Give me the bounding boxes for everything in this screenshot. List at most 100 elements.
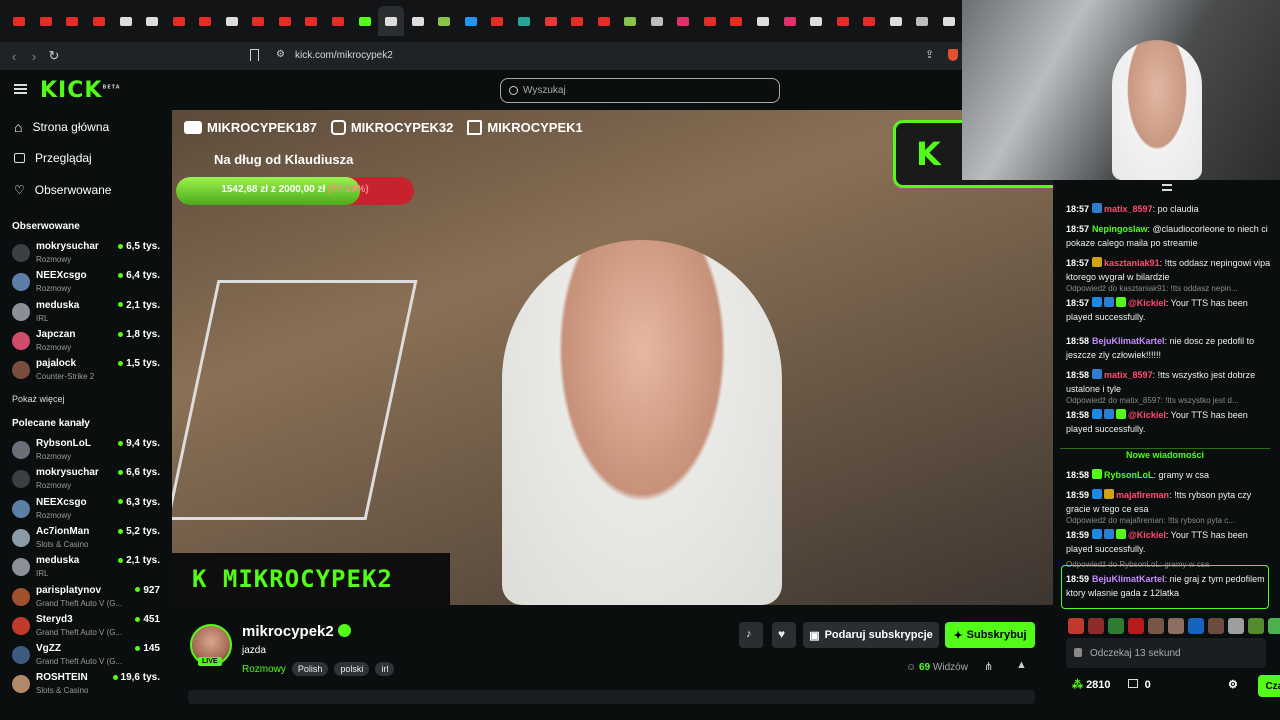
channel-item[interactable]: mokrysuchar Rozmowy 6,6 tys. [12,466,160,494]
search-input[interactable]: Wyszukaj [500,78,780,103]
browser-tab[interactable] [670,6,697,36]
brave-shield-icon[interactable] [948,49,958,61]
browser-tab[interactable] [883,6,910,36]
browser-tab[interactable] [33,6,60,36]
channel-item[interactable]: NEEXcsgo Rozmowy 6,3 tys. [12,496,160,524]
browser-tab[interactable] [139,6,166,36]
browser-tab[interactable] [537,6,564,36]
browser-tab[interactable] [644,6,671,36]
emote-icon[interactable] [1228,618,1244,634]
notifications-button[interactable]: ♪ [739,622,763,648]
tag-polish[interactable]: Polish [291,662,329,676]
chat-username[interactable]: matix_8597 [1104,204,1153,214]
browser-tab[interactable] [431,6,458,36]
chat-username[interactable]: @Kickiel [1128,298,1166,308]
browser-tab[interactable] [829,6,856,36]
browser-tab[interactable] [325,6,352,36]
nav-home[interactable]: ⌂ Strona główna [14,119,164,135]
chat-username[interactable]: matix_8597 [1104,370,1153,380]
emote-icon[interactable] [1148,618,1164,634]
chat-reply-context[interactable]: Odpowiedź do kasztaniak91: !tts oddasz n… [1066,284,1274,293]
browser-tab[interactable] [404,6,431,36]
browser-tab[interactable] [298,6,325,36]
browser-tab[interactable] [750,6,777,36]
browser-tab[interactable] [936,6,963,36]
browser-tab[interactable] [723,6,750,36]
treasure-count[interactable]: 0 [1145,679,1151,691]
video-player[interactable]: MIKROCYPEK187 MIKROCYPEK32 MIKROCYPEK1 N… [172,110,1053,605]
emote-icon[interactable] [1248,618,1264,634]
tag-irl[interactable]: irl [375,662,395,676]
browser-tab[interactable] [272,6,299,36]
chat-menu-icon[interactable] [1162,184,1172,191]
channel-item[interactable]: Japczan Rozmowy 1,8 tys. [12,328,160,356]
emote-icon[interactable] [1088,618,1104,634]
browser-tab[interactable] [165,6,192,36]
nav-browse[interactable]: Przeglądaj [14,151,164,165]
report-icon[interactable]: ▲ [1016,659,1027,671]
browser-tab[interactable] [856,6,883,36]
chat-username[interactable]: RybsonLoL [1104,470,1154,480]
channel-item[interactable]: Ac7ionMan Slots & Casino 5,2 tys. [12,525,160,553]
chat-username[interactable]: kasztaniak91 [1104,258,1160,268]
browser-tab[interactable] [458,6,485,36]
channel-item[interactable]: meduska IRL 2,1 tys. [12,299,160,327]
emote-icon[interactable] [1068,618,1084,634]
chat-reply-context[interactable]: Odpowiedź do matix_8597: !tts wszystko j… [1066,396,1274,405]
channel-item[interactable]: NEEXcsgo Rozmowy 6,4 tys. [12,269,160,297]
follow-button[interactable]: ♥ [772,622,796,648]
channel-item[interactable]: meduska IRL 2,1 tys. [12,554,160,582]
channel-item[interactable]: ROSHTEIN Slots & Casino 19,6 tys. [12,671,160,699]
browser-tab[interactable] [59,6,86,36]
nav-following[interactable]: ♡ Obserwowane [14,183,164,197]
browser-tab[interactable] [6,6,33,36]
browser-tab[interactable] [590,6,617,36]
gift-sub-button[interactable]: ▣ Podaruj subskrypcje [803,622,939,648]
bookmark-icon[interactable] [250,49,259,61]
url-field[interactable]: kick.com/mikrocypek2 [295,50,393,61]
back-icon[interactable]: ‹ [4,49,24,64]
share-icon[interactable]: ⇪ [925,48,934,61]
chat-username[interactable]: @Kickiel [1128,530,1166,540]
chat-username[interactable]: Nepingoslaw [1092,224,1148,234]
tag-polski[interactable]: polski [334,662,370,676]
channel-item[interactable]: pajalock Counter-Strike 2 1,5 tys. [12,357,160,385]
browser-tab[interactable] [86,6,113,36]
channel-item[interactable]: VgZZ Grand Theft Auto V (G... 145 [12,642,160,670]
browser-tab[interactable] [803,6,830,36]
browser-tab[interactable] [697,6,724,36]
chat-settings-icon[interactable]: ⚙ [1228,678,1238,691]
channel-item[interactable]: Steryd3 Grand Theft Auto V (G... 451 [12,613,160,641]
browser-tab[interactable] [377,6,405,36]
emote-icon[interactable] [1208,618,1224,634]
browser-tab[interactable] [511,6,538,36]
browser-tab[interactable] [776,6,803,36]
stream-category[interactable]: Rozmowy [242,664,286,675]
chat-username[interactable]: majafireman [1116,490,1169,500]
browser-tab[interactable] [245,6,272,36]
site-info-icon[interactable]: ⚙ [276,49,285,60]
emote-icon[interactable] [1128,618,1144,634]
emote-icon[interactable] [1188,618,1204,634]
channel-item[interactable]: mokrysuchar Rozmowy 6,5 tys. [12,240,160,268]
show-more-link[interactable]: Pokaż więcej [12,394,65,404]
subscribe-button[interactable]: ✦ Subskrybuj [945,622,1035,648]
streamer-name[interactable]: mikrocypek2 [242,623,334,640]
channel-points[interactable]: 2810 [1086,679,1110,691]
emote-icon[interactable] [1268,618,1280,634]
menu-icon[interactable] [14,84,27,94]
share-icon[interactable]: ⋔ [984,660,993,673]
kick-logo[interactable]: KICKBETA [40,78,121,103]
browser-tab[interactable] [484,6,511,36]
emote-icon[interactable] [1108,618,1124,634]
chat-reply-context[interactable]: Odpowiedź do majafireman: !tts rybson py… [1066,516,1274,525]
browser-tab[interactable] [351,6,378,36]
chat-send-button[interactable]: Czat [1258,675,1280,697]
channel-item[interactable]: RybsonLoL Rozmowy 9,4 tys. [12,437,160,465]
forward-icon[interactable]: › [24,49,44,64]
browser-tab[interactable] [617,6,644,36]
emote-icon[interactable] [1168,618,1184,634]
browser-tab[interactable] [192,6,219,36]
reload-icon[interactable]: ↻ [44,48,64,64]
chat-username[interactable]: BejuKlimatKartel [1092,336,1165,346]
